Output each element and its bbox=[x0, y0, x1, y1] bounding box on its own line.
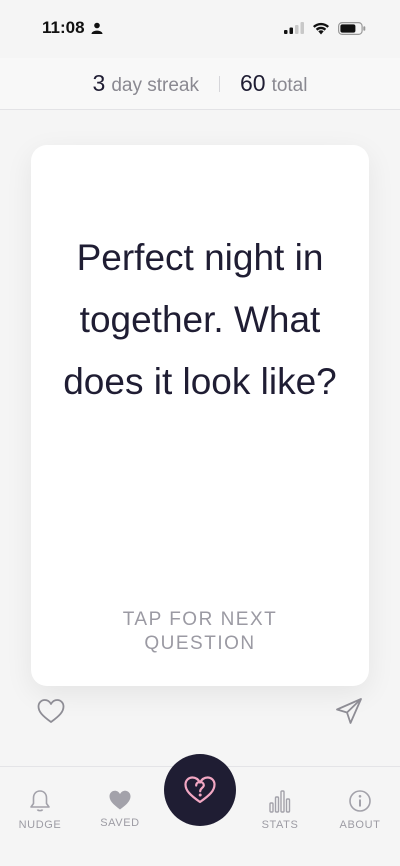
tab-stats[interactable]: STATS bbox=[245, 789, 315, 831]
heart-outline-icon[interactable] bbox=[36, 696, 66, 726]
tab-saved[interactable]: SAVED bbox=[85, 789, 155, 829]
battery-icon bbox=[338, 21, 366, 35]
streak-group: 3 day streak bbox=[93, 70, 199, 97]
header-divider bbox=[218, 75, 220, 92]
heart-question-icon bbox=[184, 776, 216, 804]
cellular-signal-icon bbox=[284, 22, 304, 34]
bar-chart-icon bbox=[269, 790, 291, 813]
card-actions bbox=[0, 694, 400, 730]
total-label: total bbox=[271, 75, 308, 96]
wifi-icon bbox=[313, 22, 329, 34]
info-icon bbox=[349, 790, 371, 812]
tab-nudge[interactable]: NUDGE bbox=[5, 789, 75, 831]
send-icon[interactable] bbox=[334, 696, 364, 726]
streak-label: day streak bbox=[111, 75, 199, 96]
status-bar: 11:08 bbox=[0, 0, 400, 56]
question-text: Perfect night in together. What does it … bbox=[63, 237, 337, 402]
streak-count: 3 bbox=[92, 70, 106, 96]
total-count: 60 bbox=[239, 70, 266, 96]
heart-icon bbox=[109, 790, 131, 810]
tab-about-label: ABOUT bbox=[339, 819, 381, 831]
person-icon bbox=[91, 22, 103, 34]
tab-about[interactable]: ABOUT bbox=[325, 789, 395, 831]
status-left: 11:08 bbox=[42, 18, 103, 38]
tab-nudge-label: NUDGE bbox=[18, 819, 62, 831]
status-time: 11:08 bbox=[42, 18, 85, 37]
tap-hint: TAP FOR NEXT QUESTION bbox=[122, 609, 278, 654]
bell-icon bbox=[30, 790, 50, 812]
total-group: 60 total bbox=[240, 70, 308, 97]
status-right bbox=[284, 21, 366, 35]
center-question-button[interactable] bbox=[164, 754, 236, 826]
tab-stats-label: STATS bbox=[261, 819, 299, 831]
tab-saved-label: SAVED bbox=[100, 817, 140, 829]
streak-header: 3 day streak 60 total bbox=[0, 58, 400, 110]
question-card[interactable]: Perfect night in together. What does it … bbox=[31, 145, 369, 686]
